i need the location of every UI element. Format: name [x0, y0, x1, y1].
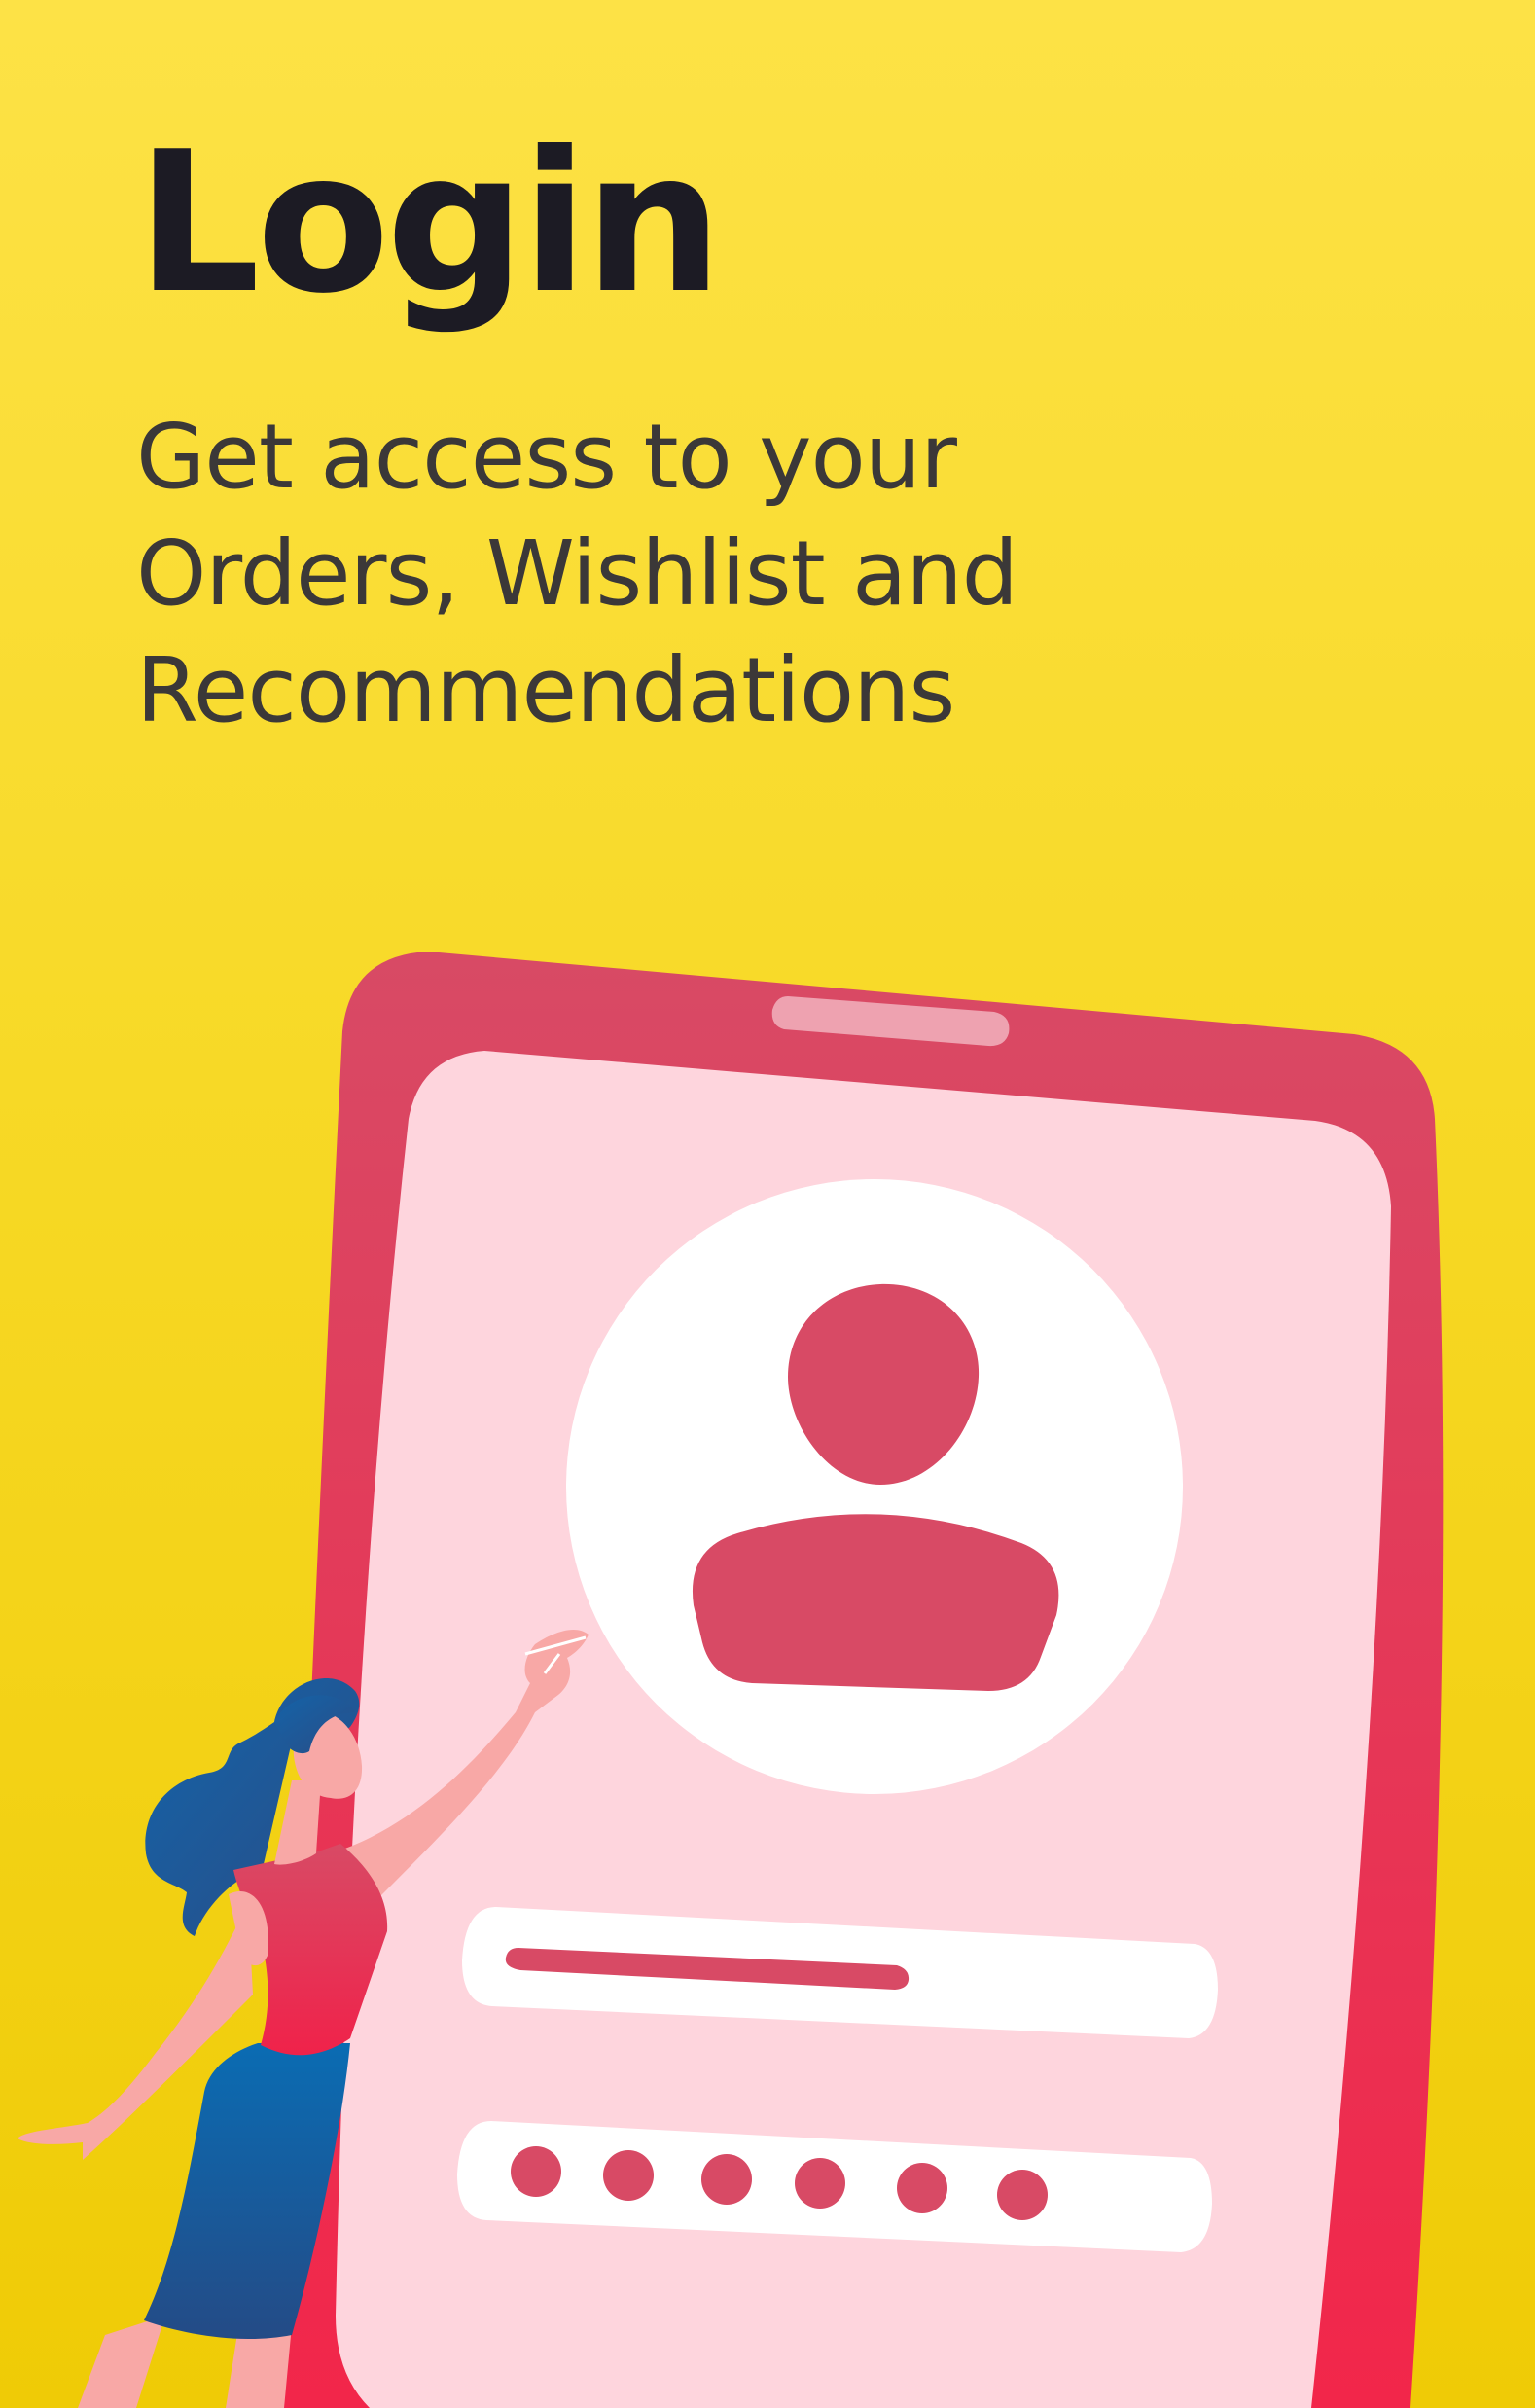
illustration-svg [18, 952, 1444, 2408]
subtitle-line-1: Get access to your [136, 405, 957, 509]
subtitle-line-2: Orders, Wishlist and [136, 521, 1018, 626]
page-title: Login [136, 110, 723, 337]
page-subtitle: Get access to your Orders, Wishlist and … [136, 399, 1401, 749]
woman-neck [274, 1780, 321, 1865]
user-avatar-body [692, 1514, 1059, 1691]
login-phone-illustration [0, 915, 1535, 2408]
subtitle-line-3: Recommendations [136, 638, 955, 742]
avatar-circle [566, 1179, 1183, 1794]
login-header: Login Get access to your Orders, Wishlis… [136, 126, 1401, 749]
woman-leg-back [78, 2316, 165, 2408]
